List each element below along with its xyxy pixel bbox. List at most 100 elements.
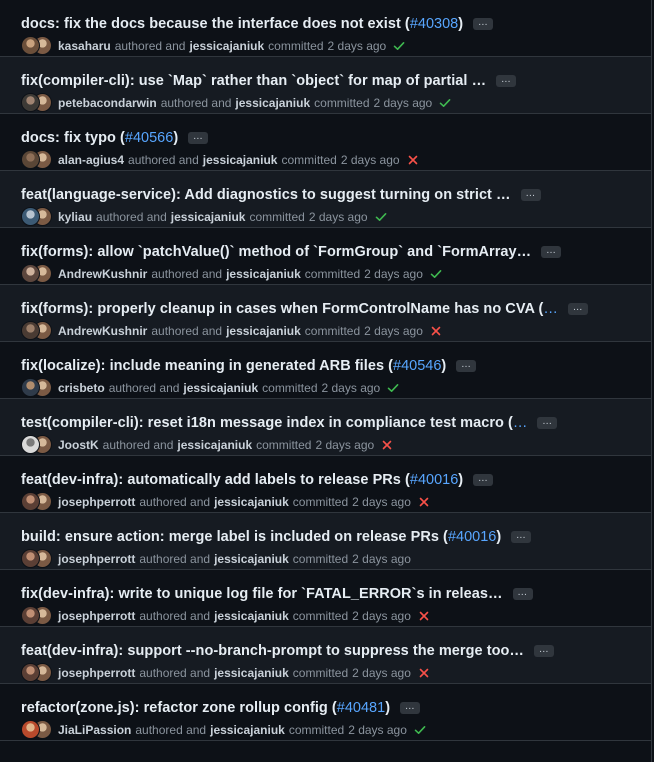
author-link[interactable]: JoostK <box>58 438 99 452</box>
author-link[interactable]: josephperrott <box>58 495 135 509</box>
author-avatar[interactable] <box>21 150 40 169</box>
committer-link[interactable]: jessicajaniuk <box>183 381 258 395</box>
author-link[interactable]: JiaLiPassion <box>58 723 131 737</box>
check-icon[interactable] <box>430 268 442 280</box>
committer-link[interactable]: jessicajaniuk <box>171 210 246 224</box>
x-icon[interactable] <box>418 496 430 508</box>
committer-link[interactable]: jessicajaniuk <box>214 666 289 680</box>
author-link[interactable]: kasaharu <box>58 39 111 53</box>
commit-message-link[interactable]: fix(dev-infra): write to unique log file… <box>21 586 503 602</box>
committer-link[interactable]: jessicajaniuk <box>226 324 301 338</box>
x-icon[interactable] <box>381 439 393 451</box>
author-avatar[interactable] <box>21 378 40 397</box>
committer-link[interactable]: jessicajaniuk <box>177 438 252 452</box>
expand-message-button[interactable]: … <box>496 74 517 87</box>
expand-message-button[interactable]: … <box>188 131 209 144</box>
pr-link[interactable]: #40308 <box>410 16 458 32</box>
author-link[interactable]: AndrewKushnir <box>58 324 147 338</box>
avatar-stack[interactable] <box>21 321 54 341</box>
author-link[interactable]: AndrewKushnir <box>58 267 147 281</box>
check-icon[interactable] <box>375 211 387 223</box>
expand-message-button[interactable]: … <box>456 359 477 372</box>
author-link[interactable]: alan-agius4 <box>58 153 124 167</box>
expand-message-button[interactable]: … <box>473 17 494 30</box>
committer-link[interactable]: jessicajaniuk <box>214 552 289 566</box>
author-avatar[interactable] <box>21 36 40 55</box>
expand-message-button[interactable]: … <box>537 416 558 429</box>
commit-list: docs: fix the docs because the interface… <box>0 0 652 762</box>
commit-message-link[interactable]: feat(dev-infra): automatically add label… <box>21 472 410 488</box>
avatar-stack[interactable] <box>21 720 54 740</box>
expand-message-button[interactable]: … <box>512 587 533 600</box>
author-avatar[interactable] <box>21 663 40 682</box>
commit-message-link[interactable]: fix(forms): allow `patchValue()` method … <box>21 244 531 260</box>
committer-link[interactable]: jessicajaniuk <box>226 267 301 281</box>
expand-message-button[interactable]: … <box>533 644 554 657</box>
pr-link[interactable]: … <box>513 415 528 431</box>
author-avatar[interactable] <box>21 435 40 454</box>
author-avatar[interactable] <box>21 606 40 625</box>
pr-link[interactable]: #40481 <box>337 700 385 716</box>
committer-link[interactable]: jessicajaniuk <box>214 609 289 623</box>
commit-message-link[interactable]: docs: fix typo ( <box>21 130 125 146</box>
commit-message-link[interactable]: fix(compiler-cli): use `Map` rather than… <box>21 73 486 89</box>
check-icon[interactable] <box>414 724 426 736</box>
commit-message-link[interactable]: test(compiler-cli): reset i18n message i… <box>21 415 513 431</box>
expand-message-button[interactable]: … <box>400 701 421 714</box>
pr-link[interactable]: #40566 <box>125 130 173 146</box>
avatar-stack[interactable] <box>21 549 54 569</box>
commit-message-link[interactable]: refactor(zone.js): refactor zone rollup … <box>21 700 337 716</box>
expand-message-button[interactable]: … <box>567 302 588 315</box>
committer-link[interactable]: jessicajaniuk <box>214 495 289 509</box>
avatar-stack[interactable] <box>21 606 54 626</box>
committer-link[interactable]: jessicajaniuk <box>203 153 278 167</box>
author-avatar[interactable] <box>21 492 40 511</box>
author-avatar[interactable] <box>21 720 40 739</box>
pr-close-paren: ) <box>441 358 447 374</box>
avatar-stack[interactable] <box>21 378 54 398</box>
commit-message-link[interactable]: feat(language-service): Add diagnostics … <box>21 187 511 203</box>
author-link[interactable]: crisbeto <box>58 381 105 395</box>
x-icon[interactable] <box>430 325 442 337</box>
author-link[interactable]: petebacondarwin <box>58 96 157 110</box>
commit-message-link[interactable]: docs: fix the docs because the interface… <box>21 16 410 32</box>
author-avatar[interactable] <box>21 264 40 283</box>
expand-message-button[interactable]: … <box>473 473 494 486</box>
commit-message-link[interactable]: feat(dev-infra): support --no-branch-pro… <box>21 643 524 659</box>
commit-message-link[interactable]: fix(localize): include meaning in genera… <box>21 358 393 374</box>
avatar-stack[interactable] <box>21 264 54 284</box>
avatar-stack[interactable] <box>21 663 54 683</box>
author-avatar[interactable] <box>21 207 40 226</box>
check-icon[interactable] <box>439 97 451 109</box>
author-link[interactable]: kyliau <box>58 210 92 224</box>
commit-message-link[interactable]: fix(forms): properly cleanup in cases wh… <box>21 301 543 317</box>
expand-message-button[interactable]: … <box>541 245 562 258</box>
x-icon[interactable] <box>407 154 419 166</box>
committer-link[interactable]: jessicajaniuk <box>235 96 310 110</box>
pr-link[interactable]: #40016 <box>448 529 496 545</box>
avatar-stack[interactable] <box>21 492 54 512</box>
avatar-stack[interactable] <box>21 207 54 227</box>
author-link[interactable]: josephperrott <box>58 552 135 566</box>
x-icon[interactable] <box>418 610 430 622</box>
author-avatar[interactable] <box>21 321 40 340</box>
committer-link[interactable]: jessicajaniuk <box>210 723 285 737</box>
avatar-stack[interactable] <box>21 435 54 455</box>
pr-link[interactable]: #40546 <box>393 358 441 374</box>
avatar-stack[interactable] <box>21 36 54 56</box>
x-icon[interactable] <box>418 667 430 679</box>
pr-link[interactable]: … <box>543 301 558 317</box>
pr-link[interactable]: #40016 <box>410 472 458 488</box>
avatar-stack[interactable] <box>21 150 54 170</box>
expand-message-button[interactable]: … <box>511 530 532 543</box>
committer-link[interactable]: jessicajaniuk <box>189 39 264 53</box>
author-link[interactable]: josephperrott <box>58 609 135 623</box>
check-icon[interactable] <box>393 40 405 52</box>
check-icon[interactable] <box>387 382 399 394</box>
author-avatar[interactable] <box>21 549 40 568</box>
author-avatar[interactable] <box>21 93 40 112</box>
expand-message-button[interactable]: … <box>520 188 541 201</box>
avatar-stack[interactable] <box>21 93 54 113</box>
author-link[interactable]: josephperrott <box>58 666 135 680</box>
commit-message-link[interactable]: build: ensure action: merge label is inc… <box>21 529 448 545</box>
